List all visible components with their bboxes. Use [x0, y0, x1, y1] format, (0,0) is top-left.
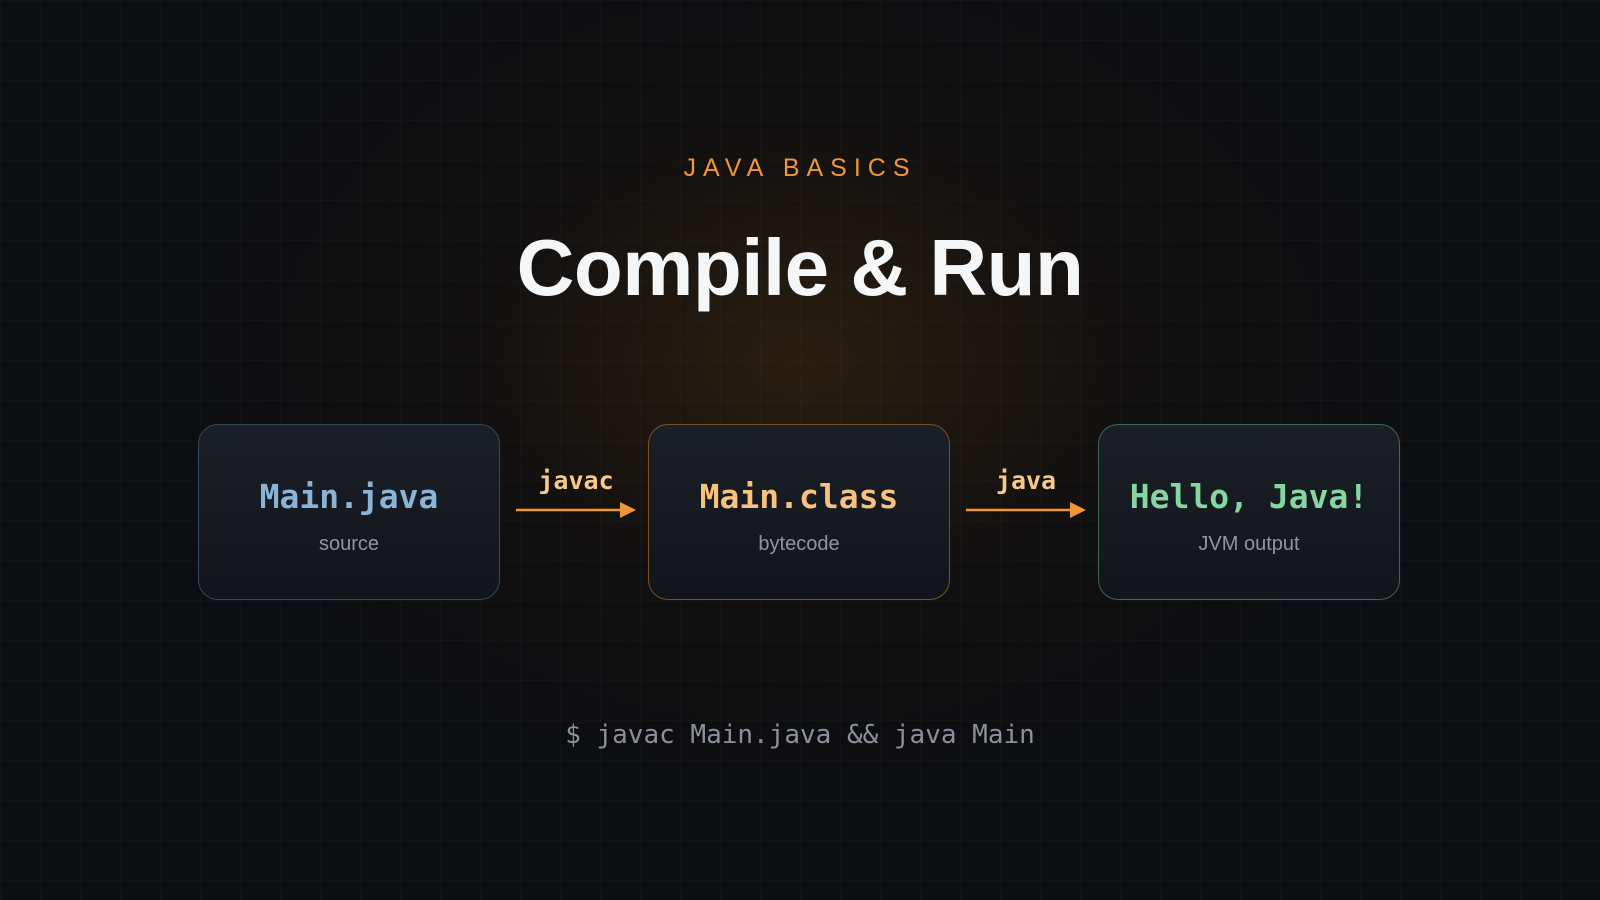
edge-run: java — [964, 464, 1088, 534]
node-output-caption: JVM output — [1198, 533, 1300, 555]
node-source: Main.java source — [198, 424, 500, 600]
terminal-command: $ javac Main.java && java Main — [565, 720, 1035, 750]
node-bytecode: Main.class bytecode — [648, 424, 950, 600]
node-bytecode-name: Main.class — [699, 477, 899, 516]
edge-run-label: java — [995, 466, 1057, 495]
node-output-name: Hello, Java! — [1129, 477, 1369, 516]
arrow-right-icon — [966, 502, 1086, 518]
node-source-caption: source — [318, 533, 380, 555]
page-title: Compile & Run — [516, 223, 1084, 312]
arrow-right-icon — [516, 502, 636, 518]
node-source-name: Main.java — [259, 477, 439, 516]
eyebrow-label: JAVA BASICS — [683, 154, 917, 182]
node-output: Hello, Java! JVM output — [1098, 424, 1400, 600]
edge-compile-label: javac — [538, 466, 614, 495]
node-bytecode-caption: bytecode — [758, 533, 840, 555]
edge-compile: javac — [514, 464, 638, 534]
